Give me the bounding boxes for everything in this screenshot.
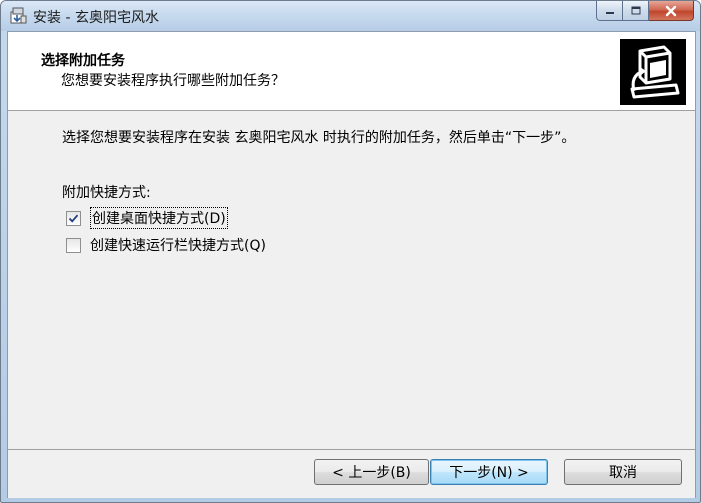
- maximize-icon: [631, 6, 640, 14]
- task-description: 选择您想要安装程序在安装 玄奥阳宅风水 时执行的附加任务，然后单击“下一步”。: [62, 130, 576, 146]
- minimize-button[interactable]: [596, 1, 623, 21]
- wizard-client-area: 选择附加任务 您想要安装程序执行哪些附加任务？ 选择您想要安装程序在安装 玄奥阳…: [7, 31, 696, 498]
- maximize-button[interactable]: [623, 1, 649, 21]
- close-icon: [665, 5, 677, 16]
- minimize-icon: [605, 11, 614, 14]
- installer-icon[interactable]: [8, 6, 28, 26]
- computer-install-icon: [620, 39, 686, 105]
- next-button[interactable]: 下一步(N) >: [430, 459, 548, 485]
- quicklaunch-shortcut-checkbox[interactable]: [66, 237, 81, 253]
- cancel-button[interactable]: 取消: [564, 459, 682, 485]
- installer-window: 安装 - 玄奥阳宅风水 选择附加任务 您想要安装程序执行哪些附加任务？ 选择您想…: [0, 0, 701, 503]
- checkmark-icon: [68, 214, 79, 223]
- wizard-body: 选择您想要安装程序在安装 玄奥阳宅风水 时执行的附加任务，然后单击“下一步”。 …: [8, 111, 695, 449]
- wizard-footer: < 上一步(B) 下一步(N) > 取消: [8, 449, 695, 498]
- page-title: 选择附加任务: [41, 53, 125, 69]
- wizard-header: 选择附加任务 您想要安装程序执行哪些附加任务？: [8, 32, 695, 111]
- desktop-shortcut-checkbox[interactable]: [66, 210, 81, 226]
- close-button[interactable]: [649, 1, 694, 21]
- window-title: 安装 - 玄奥阳宅风水: [33, 10, 159, 26]
- title-bar[interactable]: 安装 - 玄奥阳宅风水: [1, 1, 700, 31]
- caption-buttons: [596, 1, 694, 21]
- shortcut-group-label: 附加快捷方式:: [62, 185, 151, 201]
- quicklaunch-shortcut-option[interactable]: 创建快速运行栏快捷方式(Q): [66, 235, 266, 255]
- quicklaunch-shortcut-label[interactable]: 创建快速运行栏快捷方式(Q): [90, 235, 266, 255]
- desktop-shortcut-label[interactable]: 创建桌面快捷方式(D): [90, 207, 228, 229]
- desktop-shortcut-option[interactable]: 创建桌面快捷方式(D): [66, 207, 228, 229]
- page-subtitle: 您想要安装程序执行哪些附加任务？: [61, 73, 285, 89]
- back-button[interactable]: < 上一步(B): [314, 459, 429, 485]
